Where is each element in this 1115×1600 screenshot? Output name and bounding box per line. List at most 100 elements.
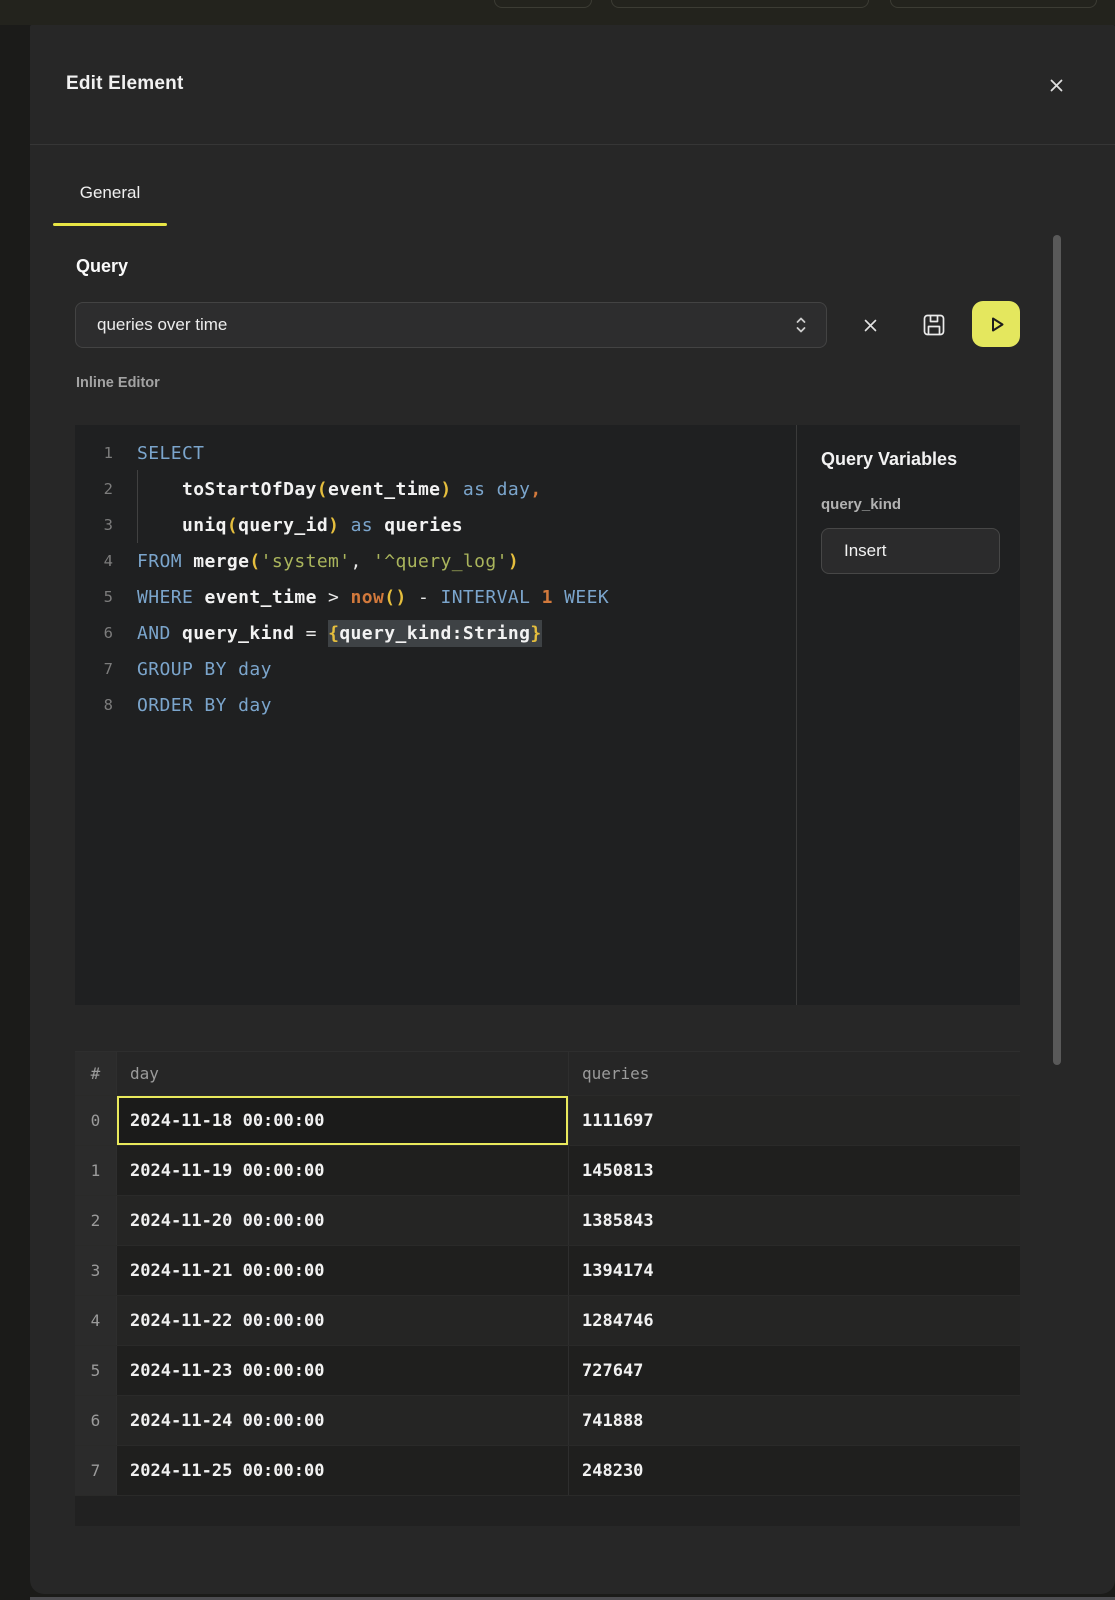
queries-cell[interactable]: 1284746 [569, 1296, 1020, 1345]
insert-button-label: Insert [844, 541, 887, 561]
code-token: > [317, 587, 351, 608]
code-token: - [407, 587, 441, 608]
clear-query-button[interactable] [853, 308, 887, 342]
background-button-2 [611, 0, 869, 8]
day-cell[interactable]: 2024-11-23 00:00:00 [117, 1346, 569, 1395]
code-text: toStartOfDay(event_time) as day, [137, 479, 542, 500]
code-line[interactable]: 2 toStartOfDay(event_time) as day, [75, 471, 796, 507]
close-icon [1048, 77, 1065, 94]
cell-value: 741888 [582, 1411, 643, 1431]
table-row: 6 2024-11-24 00:00:00 741888 [75, 1396, 1020, 1446]
queries-cell[interactable]: 1394174 [569, 1246, 1020, 1295]
code-token [452, 479, 463, 500]
sql-editor: 1SELECT2 toStartOfDay(event_time) as day… [75, 425, 1020, 1005]
line-number: 4 [75, 552, 113, 570]
cell-value: 2024-11-24 00:00:00 [130, 1411, 324, 1431]
query-select-value: queries over time [97, 315, 794, 335]
modal-header: Edit Element [30, 25, 1115, 145]
save-query-button[interactable] [917, 308, 951, 342]
row-index-cell[interactable]: 2 [75, 1196, 117, 1245]
run-query-button[interactable] [972, 301, 1020, 347]
cell-value: 727647 [582, 1361, 643, 1381]
row-index-cell[interactable]: 1 [75, 1146, 117, 1195]
row-index-cell[interactable]: 5 [75, 1346, 117, 1395]
code-text: uniq(query_id) as queries [137, 515, 463, 536]
column-header-index: # [75, 1052, 117, 1095]
query-parameter-token: } [530, 620, 541, 647]
day-cell[interactable]: 2024-11-19 00:00:00 [117, 1146, 569, 1195]
row-index-cell[interactable]: 7 [75, 1446, 117, 1495]
day-cell[interactable]: 2024-11-24 00:00:00 [117, 1396, 569, 1445]
code-line[interactable]: 4 FROM merge('system', '^query_log') [75, 543, 796, 579]
clear-x-icon [863, 318, 878, 333]
code-token: day [238, 695, 272, 716]
code-area[interactable]: 1SELECT2 toStartOfDay(event_time) as day… [75, 425, 796, 1005]
queries-cell[interactable]: 741888 [569, 1396, 1020, 1445]
tab-general-label: General [80, 183, 140, 202]
code-token: merge [193, 551, 249, 572]
page-background: Edit Element General Query queries over … [0, 0, 1115, 1600]
code-text: SELECT [137, 443, 204, 464]
code-line[interactable]: 7GROUP BY day [75, 651, 796, 687]
table-row: 2 2024-11-20 00:00:00 1385843 [75, 1196, 1020, 1246]
modal-scrollbar[interactable] [1053, 235, 1061, 1065]
insert-variable-button[interactable]: Insert [821, 528, 1000, 574]
code-token: 'system' [261, 551, 351, 572]
day-cell[interactable]: 2024-11-20 00:00:00 [117, 1196, 569, 1245]
cell-value: 1284746 [582, 1311, 654, 1331]
close-button[interactable] [1038, 67, 1074, 103]
query-variables-title: Query Variables [821, 449, 1020, 470]
code-token: WEEK [564, 587, 609, 608]
code-text: FROM merge('system', '^query_log') [137, 551, 519, 572]
line-number: 7 [75, 660, 113, 678]
queries-cell[interactable]: 1111697 [569, 1096, 1020, 1145]
code-line[interactable]: 5WHERE event_time > now() - INTERVAL 1 W… [75, 579, 796, 615]
queries-cell[interactable]: 727647 [569, 1346, 1020, 1395]
cell-value: 1111697 [582, 1111, 654, 1131]
table-row: 32024-11-21 00:00:00 1394174 [75, 1246, 1020, 1296]
code-token [137, 479, 182, 500]
queries-cell[interactable]: 1450813 [569, 1146, 1020, 1195]
day-cell-selected[interactable]: 2024-11-18 00:00:00 [117, 1096, 569, 1145]
code-token: ) [328, 515, 339, 536]
row-index-cell[interactable]: 6 [75, 1396, 117, 1445]
cell-value: 2024-11-20 00:00:00 [130, 1211, 324, 1231]
code-token [227, 695, 238, 716]
day-cell[interactable]: 2024-11-25 00:00:00 [117, 1446, 569, 1495]
code-token: event_time [204, 587, 316, 608]
table-footer [75, 1496, 1020, 1526]
code-token: ( [227, 515, 238, 536]
row-index-cell[interactable]: 0 [75, 1096, 117, 1145]
code-token [530, 587, 541, 608]
background-button-1 [494, 0, 592, 8]
inline-editor-label: Inline Editor [76, 375, 160, 391]
cell-value: 2024-11-19 00:00:00 [130, 1161, 324, 1181]
queries-cell[interactable]: 1385843 [569, 1196, 1020, 1245]
code-token: as [463, 479, 485, 500]
column-header-label: # [91, 1064, 101, 1083]
code-token: uniq [182, 515, 227, 536]
query-variables-panel: Query Variables query_kind Insert [796, 425, 1020, 1005]
modal-title: Edit Element [66, 73, 183, 95]
code-token [485, 479, 496, 500]
chevron-updown-icon [794, 314, 808, 336]
queries-cell[interactable]: 248230 [569, 1446, 1020, 1495]
row-index-cell[interactable]: 4 [75, 1296, 117, 1345]
cell-value: 1394174 [582, 1261, 654, 1281]
tab-general[interactable]: General [53, 183, 167, 229]
query-parameter-token: query_kind:String [339, 620, 530, 647]
query-select[interactable]: queries over time [75, 302, 827, 348]
code-line[interactable]: 6AND query_kind = {query_kind:String} [75, 615, 796, 651]
code-token: 1 [542, 587, 553, 608]
cell-value: 1450813 [582, 1161, 654, 1181]
code-line[interactable]: 8ORDER BY day [75, 687, 796, 723]
day-cell[interactable]: 2024-11-22 00:00:00 [117, 1296, 569, 1345]
day-cell[interactable]: 2024-11-21 00:00:00 [117, 1246, 569, 1295]
code-token: as [351, 515, 373, 536]
table-row: 02024-11-18 00:00:00 1111697 [75, 1096, 1020, 1146]
code-line[interactable]: 3 uniq(query_id) as queries [75, 507, 796, 543]
code-token: FROM [137, 551, 182, 572]
background-button-3 [890, 0, 1097, 8]
code-line[interactable]: 1SELECT [75, 435, 796, 471]
row-index-cell[interactable]: 3 [75, 1246, 117, 1295]
